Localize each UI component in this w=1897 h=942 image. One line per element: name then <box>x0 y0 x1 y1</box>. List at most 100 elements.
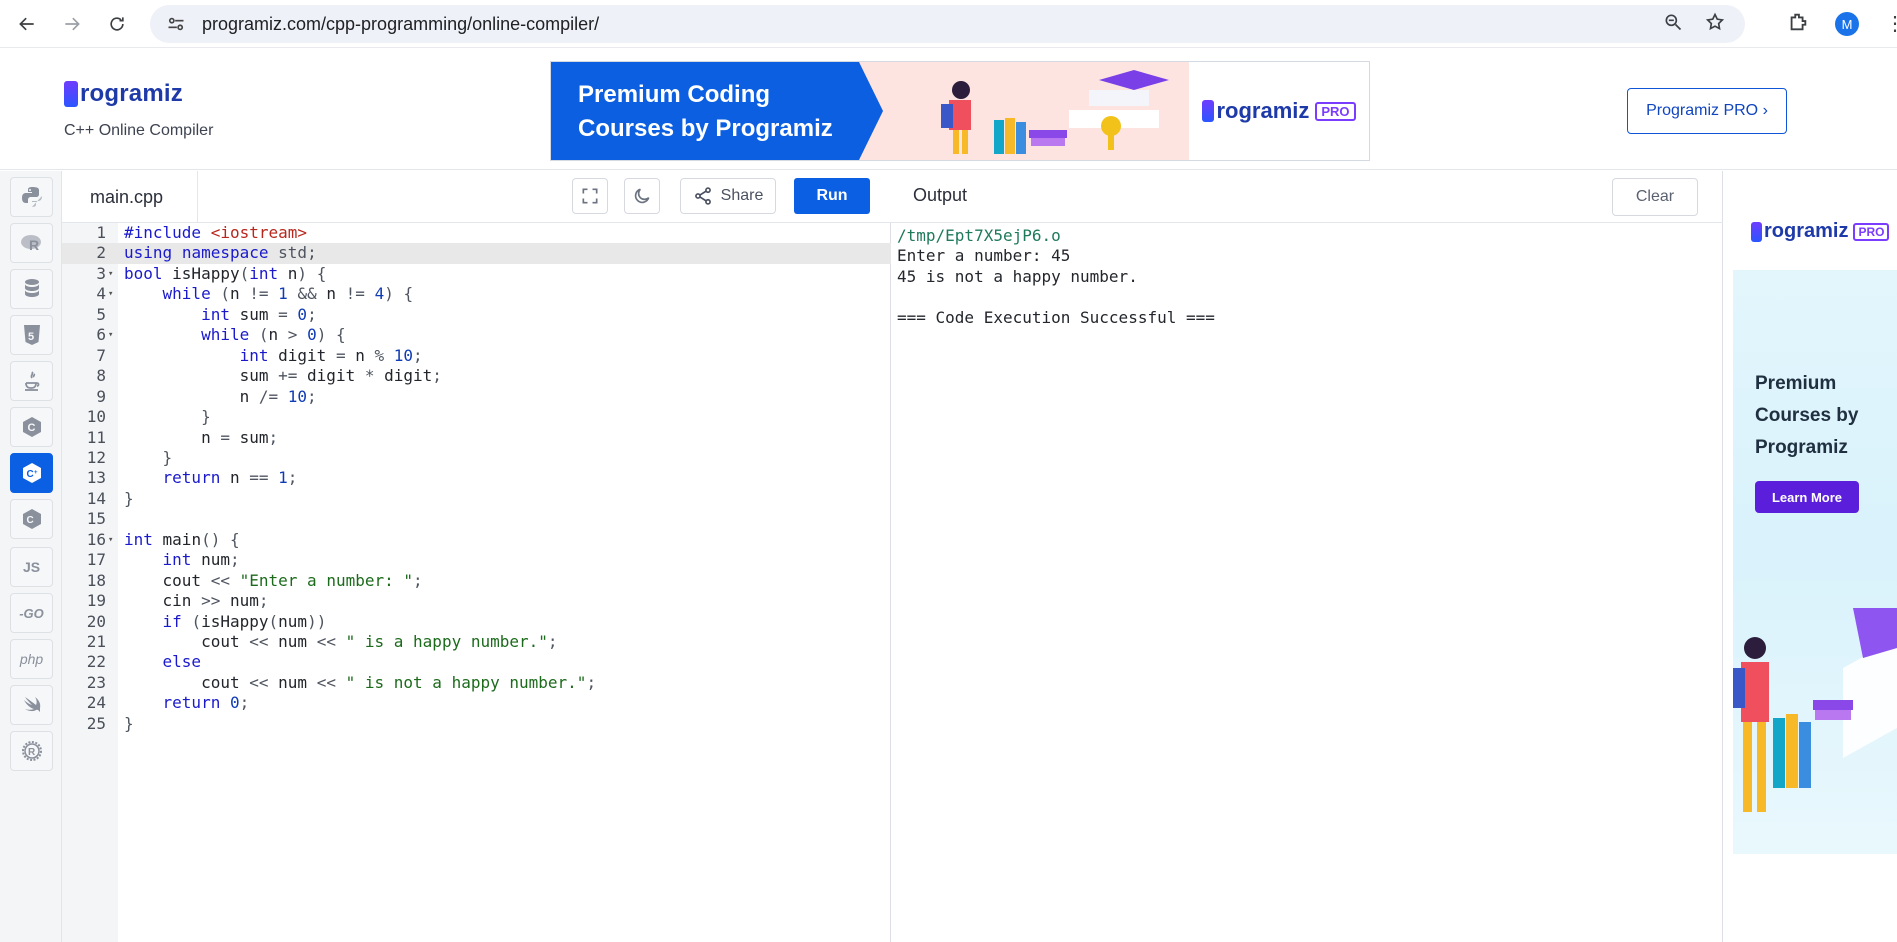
reload-button[interactable] <box>97 4 137 44</box>
python-icon[interactable] <box>10 177 53 217</box>
premium-courses-banner[interactable]: Premium Coding Courses by Programiz rogr… <box>550 61 1370 161</box>
fullscreen-button[interactable] <box>572 178 608 214</box>
line-number: 17 <box>86 550 106 570</box>
line-number: 1 <box>96 223 106 242</box>
site-header: rogramiz C++ Online Compiler Premium Cod… <box>0 48 1897 170</box>
back-button[interactable] <box>7 4 47 44</box>
line-number: 4 <box>96 284 106 304</box>
html5-icon[interactable]: 5 <box>10 315 53 355</box>
line-number: 8 <box>96 366 106 386</box>
c-lang-icon[interactable]: C <box>10 407 53 447</box>
run-button[interactable]: Run <box>794 178 870 214</box>
code-line[interactable]: 7 int digit = n % 10; <box>62 346 891 366</box>
output-panel: Output Clear /tmp/Ept7X5ejP6.o Enter a nu… <box>891 171 1723 942</box>
bookmark-star-icon[interactable] <box>1705 12 1725 37</box>
swift-icon[interactable] <box>10 685 53 725</box>
code-line[interactable]: 19 cin >> num; <box>62 591 891 611</box>
code-line[interactable]: 25} <box>62 714 891 734</box>
forward-button[interactable] <box>52 4 92 44</box>
code-line[interactable]: 24 return 0; <box>62 693 891 713</box>
code-line[interactable]: 8 sum += digit * digit; <box>62 366 891 386</box>
code-line[interactable]: 2 using namespace std; <box>62 243 891 264</box>
editor-panel: main.cpp Share Run 1 #include <iostream> 2… <box>62 171 891 942</box>
r-lang-icon[interactable]: R <box>10 223 53 263</box>
code-line[interactable]: 17 int num; <box>62 550 891 570</box>
js-label: JS <box>22 559 41 575</box>
line-number: 5 <box>96 304 106 324</box>
code-line[interactable]: 1 #include <iostream> <box>62 223 891 243</box>
code-line[interactable]: 14} <box>62 489 891 509</box>
code-line[interactable]: 5 int sum = 0; <box>62 305 891 325</box>
line-number: 21 <box>86 632 106 651</box>
php-icon[interactable]: php <box>10 639 53 679</box>
code-line[interactable]: 15 <box>62 509 891 529</box>
fold-toggle-icon[interactable]: ▾ <box>108 530 113 550</box>
site-info-icon[interactable] <box>166 14 186 34</box>
code-line[interactable]: 3 ▾ bool isHappy(int n) { <box>62 264 891 284</box>
php-label: php <box>19 651 44 667</box>
code-editor[interactable]: 1 #include <iostream> 2 using namespace std… <box>62 223 891 942</box>
code-text: int main() { <box>124 529 240 549</box>
url-text[interactable]: programiz.com/cpp-programming/online-com… <box>202 14 599 35</box>
code-text: cin >> num; <box>124 591 269 611</box>
moon-icon <box>634 188 650 204</box>
pro-tag: PRO <box>1315 101 1356 121</box>
address-bar[interactable]: programiz.com/cpp-programming/online-com… <box>150 5 1745 43</box>
code-line[interactable]: 4 ▾ while (n != 1 && n != 4) { <box>62 284 891 304</box>
file-tab-main-cpp[interactable]: main.cpp <box>62 171 198 223</box>
code-line[interactable]: 12 } <box>62 448 891 468</box>
code-line[interactable]: 22 else <box>62 652 891 672</box>
output-line: 45 is not a happy number. <box>897 266 1138 286</box>
programiz-logo-mark <box>64 81 78 107</box>
code-line[interactable]: 18 cout << "Enter a number: "; <box>62 571 891 591</box>
ad-brand-text: rogramiz <box>1764 220 1849 242</box>
sql-database-icon[interactable] <box>10 269 53 309</box>
line-number: 18 <box>86 570 106 590</box>
line-number: 11 <box>86 427 106 447</box>
banner-headline: Premium Coding Courses by Programiz <box>551 62 859 160</box>
svg-text:+: + <box>34 470 38 476</box>
fold-toggle-icon[interactable]: ▾ <box>108 325 113 345</box>
banner-illustration <box>859 62 1189 160</box>
svg-text:R: R <box>29 237 39 253</box>
programiz-logo[interactable]: rogramiz <box>64 80 183 108</box>
code-text: #include <iostream> <box>124 223 308 242</box>
fold-toggle-icon[interactable]: ▾ <box>108 264 113 284</box>
code-line[interactable]: 10 } <box>62 407 891 427</box>
code-line[interactable]: 11 n = sum; <box>62 428 891 448</box>
programiz-pro-button[interactable]: Programiz PRO › <box>1627 88 1787 134</box>
learn-more-button[interactable]: Learn More <box>1755 481 1859 513</box>
code-line[interactable]: 23 cout << num << " is not a happy numbe… <box>62 673 891 693</box>
extensions-icon[interactable] <box>1787 11 1809 38</box>
go-label: -GO <box>19 605 44 621</box>
profile-avatar[interactable]: M <box>1835 12 1859 36</box>
code-line[interactable]: 21 cout << num << " is a happy number."; <box>62 632 891 652</box>
zoom-icon[interactable] <box>1663 12 1683 37</box>
code-line[interactable]: 13 return n == 1; <box>62 468 891 488</box>
code-line[interactable]: 9 n /= 10; <box>62 387 891 407</box>
code-text: while (n != 1 && n != 4) { <box>162 284 414 304</box>
side-advertisement[interactable]: rogramiz PRO Premium Courses by Programi… <box>1733 178 1897 854</box>
code-line[interactable]: 6 ▾ while (n > 0) { <box>62 325 891 345</box>
svg-text:C: C <box>26 469 33 480</box>
clear-button[interactable]: Clear <box>1612 178 1698 216</box>
line-number: 19 <box>86 591 106 611</box>
code-line[interactable]: 20 if (isHappy(num)) <box>62 612 891 632</box>
java-icon[interactable] <box>10 361 53 401</box>
browser-toolbar: programiz.com/cpp-programming/online-com… <box>0 0 1897 48</box>
share-button[interactable]: Share <box>680 178 776 214</box>
dark-mode-button[interactable] <box>624 178 660 214</box>
line-number: 12 <box>86 447 106 467</box>
line-number: 25 <box>86 713 106 733</box>
browser-menu-icon[interactable]: ⋮ <box>1885 14 1897 34</box>
fold-toggle-icon[interactable]: ▾ <box>108 284 113 304</box>
line-number: 6 <box>96 325 106 345</box>
code-line[interactable]: 16 ▾ int main() { <box>62 530 891 550</box>
share-label: Share <box>720 187 764 204</box>
javascript-icon[interactable]: JS <box>10 547 53 587</box>
rust-icon[interactable]: R <box>10 731 53 771</box>
line-number: 9 <box>96 386 106 406</box>
csharp-lang-icon[interactable]: C <box>10 499 53 539</box>
cpp-lang-icon[interactable]: C + <box>10 453 53 493</box>
go-lang-icon[interactable]: -GO <box>10 593 53 633</box>
